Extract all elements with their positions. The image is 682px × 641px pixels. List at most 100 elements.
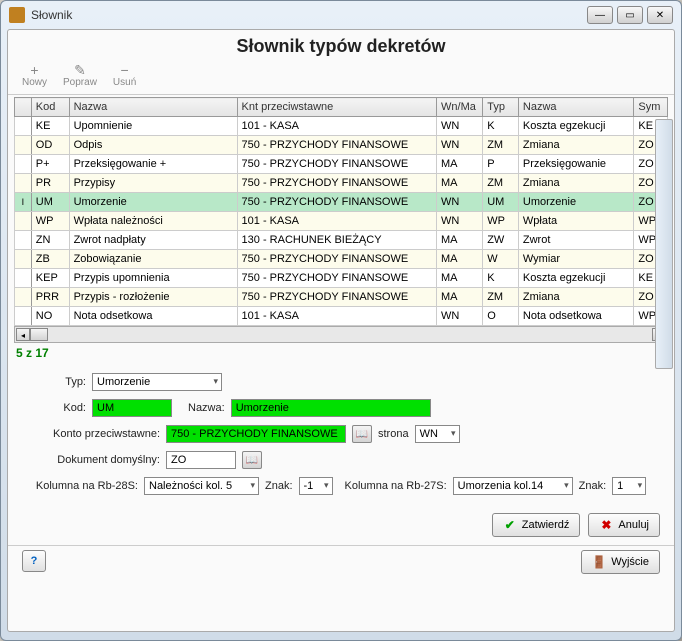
cell-knt: 750 - PRZYCHODY FINANSOWE bbox=[237, 136, 436, 155]
col-typ[interactable]: Typ bbox=[483, 98, 519, 117]
col-sym[interactable]: Sym bbox=[634, 98, 668, 117]
row-marker bbox=[15, 288, 32, 307]
kol28-label: Kolumna na Rb-28S: bbox=[28, 480, 138, 492]
toolbar-edit[interactable]: ✎ Popraw bbox=[59, 61, 101, 90]
cell-wnma: MA bbox=[437, 250, 483, 269]
cancel-label: Anuluj bbox=[618, 519, 649, 531]
toolbar-delete-label: Usuń bbox=[113, 77, 136, 88]
x-icon: ✖ bbox=[599, 518, 613, 532]
table-row[interactable]: WPWpłata należności101 - KASAWNWPWpłataW… bbox=[15, 212, 668, 231]
cell-nazwa2: Wpłata bbox=[518, 212, 633, 231]
row-marker: I bbox=[15, 193, 32, 212]
znak1-select[interactable]: -1 bbox=[299, 477, 333, 495]
cell-nazwa: Wpłata należności bbox=[69, 212, 237, 231]
table-row[interactable]: KEPPrzypis upomnienia750 - PRZYCHODY FIN… bbox=[15, 269, 668, 288]
cell-typ: O bbox=[483, 307, 519, 326]
cell-knt: 750 - PRZYCHODY FINANSOWE bbox=[237, 193, 436, 212]
cell-wnma: WN bbox=[437, 136, 483, 155]
konto-input[interactable]: 750 - PRZYCHODY FINANSOWE bbox=[166, 425, 346, 443]
cell-nazwa2: Umorzenie bbox=[518, 193, 633, 212]
table-row[interactable]: PRRPrzypis - rozłożenie750 - PRZYCHODY F… bbox=[15, 288, 668, 307]
record-counter: 5 z 17 bbox=[8, 343, 674, 363]
minus-icon: − bbox=[118, 63, 132, 77]
help-button[interactable]: ? bbox=[22, 550, 46, 572]
scroll-left-arrow[interactable]: ◂ bbox=[16, 328, 30, 341]
edit-form: Typ: Umorzenie Kod: UM Nazwa: Umorzenie … bbox=[8, 363, 674, 507]
cell-knt: 750 - PRZYCHODY FINANSOWE bbox=[237, 269, 436, 288]
table-row[interactable]: PRPrzypisy750 - PRZYCHODY FINANSOWEMAZMZ… bbox=[15, 174, 668, 193]
maximize-button[interactable]: ▭ bbox=[617, 6, 643, 24]
scroll-thumb[interactable] bbox=[30, 328, 48, 341]
pencil-icon: ✎ bbox=[73, 63, 87, 77]
titlebar: Słownik — ▭ ✕ bbox=[1, 1, 681, 29]
table-row[interactable]: KEUpomnienie101 - KASAWNKKoszta egzekucj… bbox=[15, 117, 668, 136]
cell-kod: NO bbox=[31, 307, 69, 326]
confirm-button[interactable]: ✔ Zatwierdź bbox=[492, 513, 581, 537]
cell-wnma: WN bbox=[437, 307, 483, 326]
minimize-button[interactable]: — bbox=[587, 6, 613, 24]
toolbar: + Nowy ✎ Popraw − Usuń bbox=[8, 59, 674, 95]
cell-nazwa2: Zmiana bbox=[518, 136, 633, 155]
col-knt[interactable]: Knt przeciwstawne bbox=[237, 98, 436, 117]
cell-nazwa: Przypis - rozłożenie bbox=[69, 288, 237, 307]
cell-kod: PRR bbox=[31, 288, 69, 307]
row-marker bbox=[15, 231, 32, 250]
cell-nazwa: Przypis upomnienia bbox=[69, 269, 237, 288]
cell-typ: ZM bbox=[483, 288, 519, 307]
cell-knt: 101 - KASA bbox=[237, 212, 436, 231]
konto-lookup-button[interactable]: 📖 bbox=[352, 425, 372, 443]
cell-nazwa2: Nota odsetkowa bbox=[518, 307, 633, 326]
cell-typ: ZM bbox=[483, 136, 519, 155]
cell-nazwa: Zobowiązanie bbox=[69, 250, 237, 269]
close-button[interactable]: ✕ bbox=[647, 6, 673, 24]
cell-knt: 101 - KASA bbox=[237, 307, 436, 326]
kod-input[interactable]: UM bbox=[92, 399, 172, 417]
cell-kod: P+ bbox=[31, 155, 69, 174]
cell-typ: W bbox=[483, 250, 519, 269]
data-table[interactable]: Kod Nazwa Knt przeciwstawne Wn/Ma Typ Na… bbox=[14, 97, 668, 326]
cancel-button[interactable]: ✖ Anuluj bbox=[588, 513, 660, 537]
dok-lookup-button[interactable]: 📖 bbox=[242, 451, 262, 469]
horizontal-scrollbar[interactable]: ◂ ▸ bbox=[14, 326, 668, 343]
dok-input[interactable]: ZO bbox=[166, 451, 236, 469]
table-row[interactable]: NONota odsetkowa101 - KASAWNONota odsetk… bbox=[15, 307, 668, 326]
znak1-label: Znak: bbox=[265, 480, 293, 492]
table-row[interactable]: IUMUmorzenie750 - PRZYCHODY FINANSOWEWNU… bbox=[15, 193, 668, 212]
col-nazwa2[interactable]: Nazwa bbox=[518, 98, 633, 117]
nazwa-input[interactable]: Umorzenie bbox=[231, 399, 431, 417]
toolbar-new[interactable]: + Nowy bbox=[18, 61, 51, 90]
toolbar-delete[interactable]: − Usuń bbox=[109, 61, 140, 90]
typ-select[interactable]: Umorzenie bbox=[92, 373, 222, 391]
vertical-scrollbar[interactable] bbox=[655, 119, 673, 369]
table-container: Kod Nazwa Knt przeciwstawne Wn/Ma Typ Na… bbox=[14, 97, 668, 326]
col-kod[interactable]: Kod bbox=[31, 98, 69, 117]
cell-kod: KEP bbox=[31, 269, 69, 288]
kod-label: Kod: bbox=[28, 402, 86, 414]
col-nazwa[interactable]: Nazwa bbox=[69, 98, 237, 117]
table-row[interactable]: ODOdpis750 - PRZYCHODY FINANSOWEWNZMZmia… bbox=[15, 136, 668, 155]
door-icon: 🚪 bbox=[592, 555, 606, 569]
table-row[interactable]: P+Przeksięgowanie +750 - PRZYCHODY FINAN… bbox=[15, 155, 668, 174]
strona-select[interactable]: WN bbox=[415, 425, 460, 443]
dok-label: Dokument domyślny: bbox=[28, 454, 160, 466]
cell-kod: UM bbox=[31, 193, 69, 212]
window-title: Słownik bbox=[31, 8, 72, 22]
cell-typ: UM bbox=[483, 193, 519, 212]
exit-button[interactable]: 🚪 Wyjście bbox=[581, 550, 660, 574]
kol28-select[interactable]: Należności kol. 5 bbox=[144, 477, 259, 495]
cell-nazwa: Upomnienie bbox=[69, 117, 237, 136]
row-marker bbox=[15, 307, 32, 326]
cell-wnma: MA bbox=[437, 231, 483, 250]
znak2-select[interactable]: 1 bbox=[612, 477, 646, 495]
cell-typ: ZM bbox=[483, 174, 519, 193]
table-row[interactable]: ZBZobowiązanie750 - PRZYCHODY FINANSOWEM… bbox=[15, 250, 668, 269]
col-wnma[interactable]: Wn/Ma bbox=[437, 98, 483, 117]
kol27-select[interactable]: Umorzenia kol.14 bbox=[453, 477, 573, 495]
cell-typ: K bbox=[483, 117, 519, 136]
toolbar-new-label: Nowy bbox=[22, 77, 47, 88]
page-title: Słownik typów dekretów bbox=[8, 30, 674, 59]
col-marker[interactable] bbox=[15, 98, 32, 117]
toolbar-edit-label: Popraw bbox=[63, 77, 97, 88]
cell-nazwa2: Zmiana bbox=[518, 288, 633, 307]
table-row[interactable]: ZNZwrot nadpłaty130 - RACHUNEK BIEŻĄCYMA… bbox=[15, 231, 668, 250]
